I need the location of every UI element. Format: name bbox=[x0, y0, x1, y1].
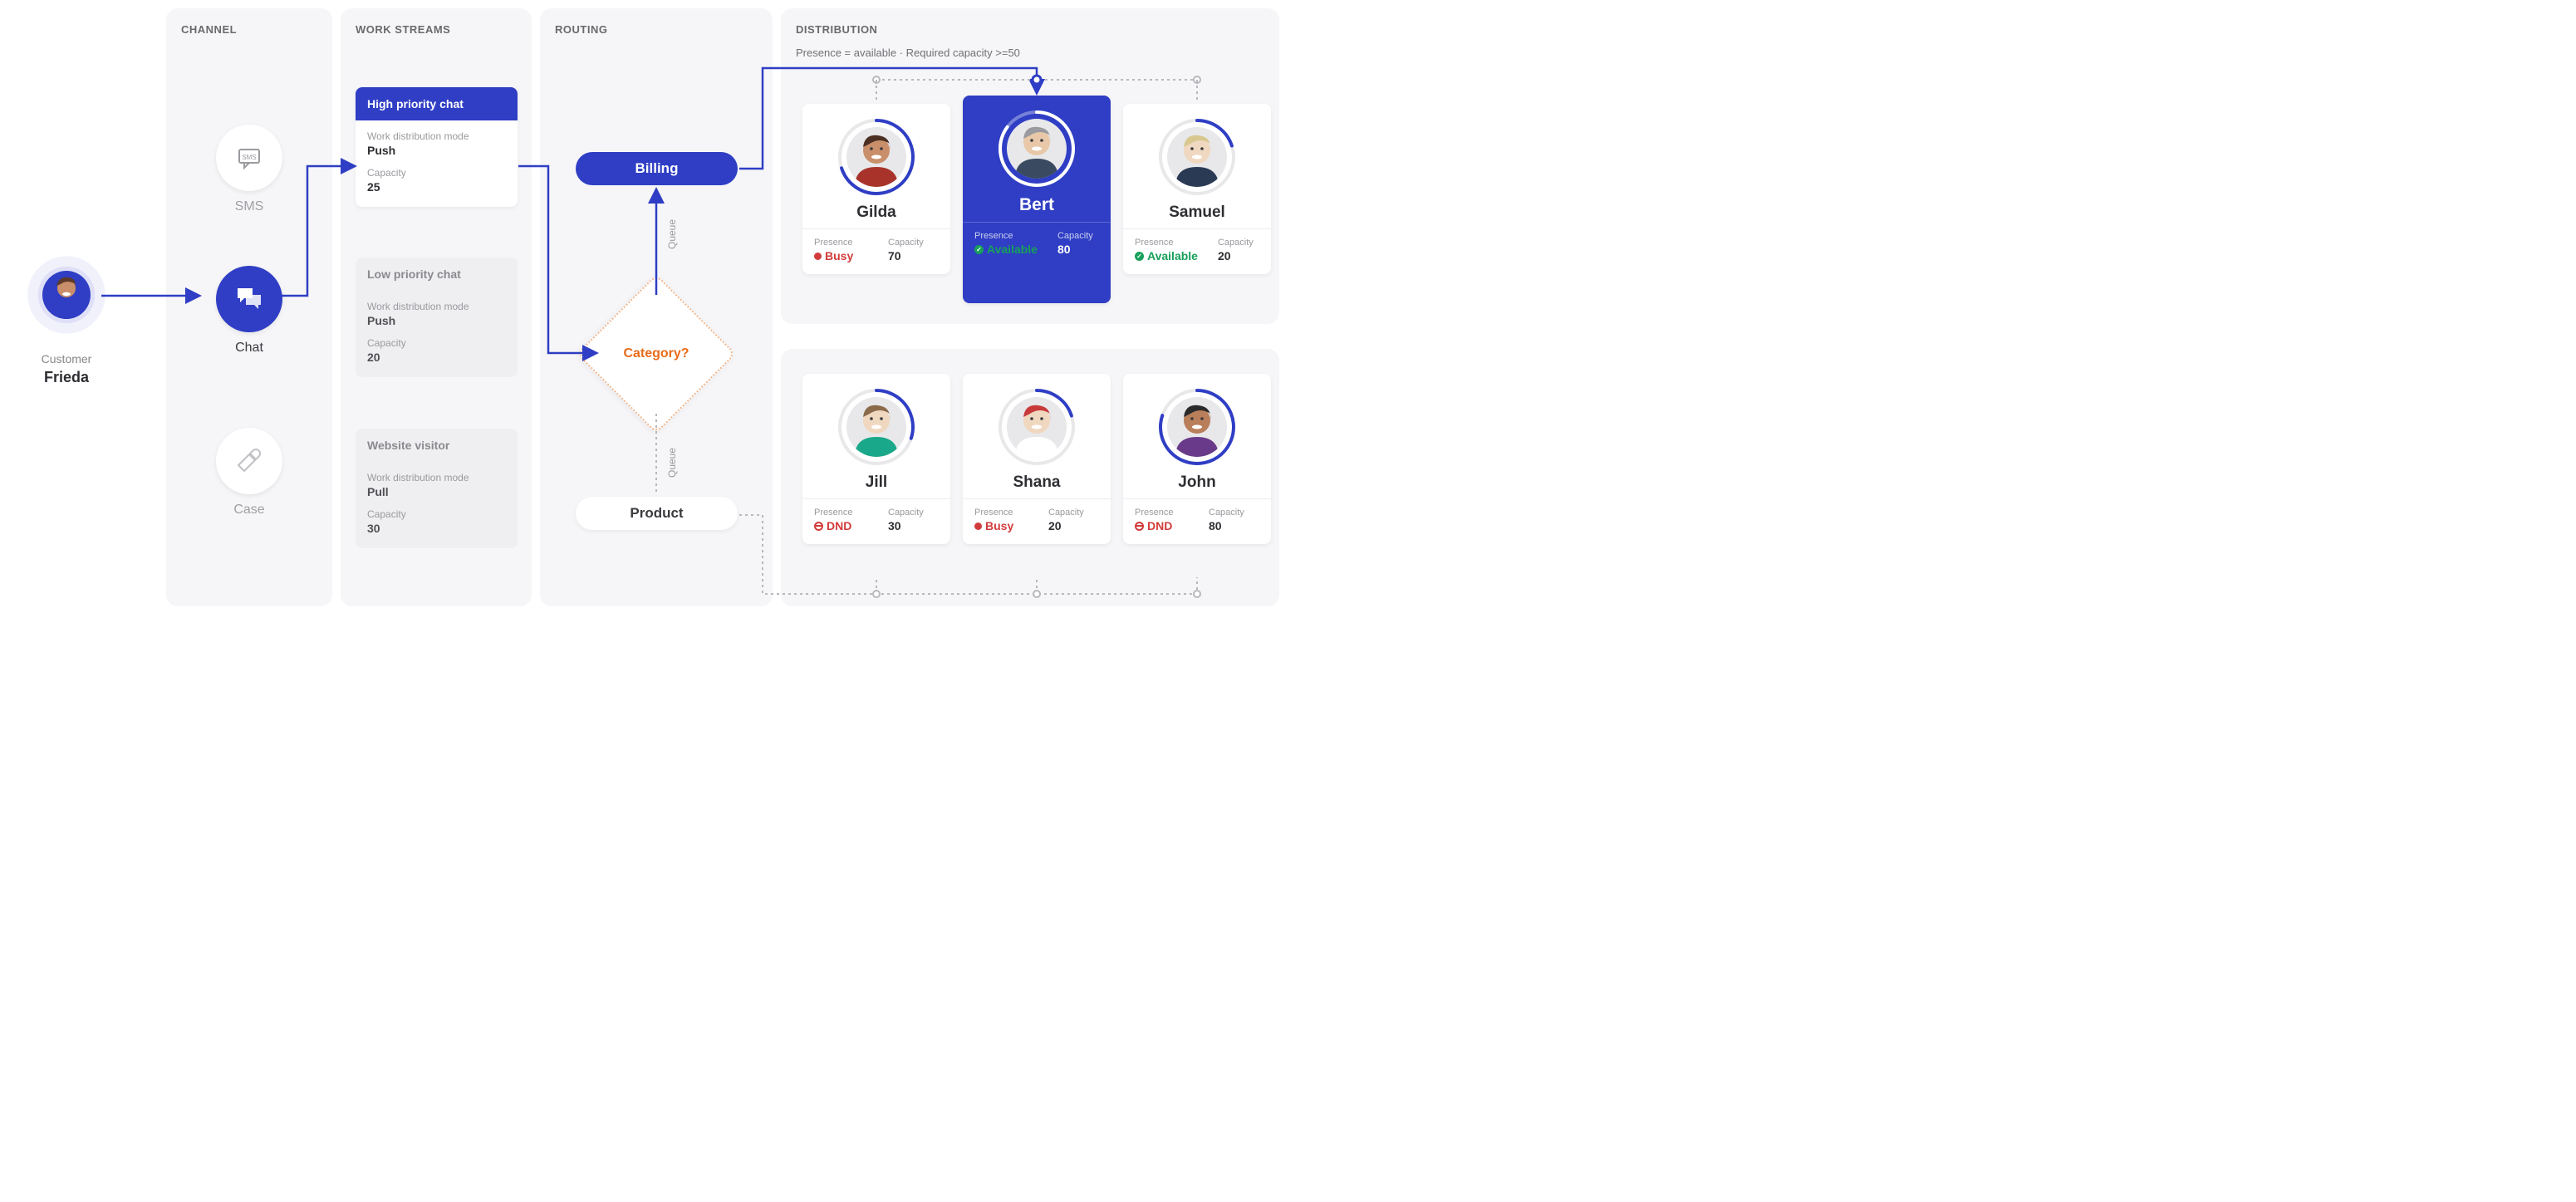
agent-avatar bbox=[1007, 397, 1067, 457]
ws-mode-value: Pull bbox=[367, 485, 506, 498]
ws-cap-label: Capacity bbox=[367, 508, 506, 520]
capacity-label: Capacity bbox=[1218, 238, 1263, 248]
agent-card-bert: Bert Presence ✓Available Capacity 80 bbox=[963, 96, 1111, 303]
agent-card-samuel: Samuel Presence ✓Available Capacity 20 bbox=[1123, 104, 1271, 274]
presence-value: Busy bbox=[974, 519, 1028, 532]
channel-case: Case bbox=[199, 428, 299, 518]
routing-pill-billing: Billing bbox=[576, 152, 738, 185]
sms-icon: SMS bbox=[216, 125, 282, 191]
ws-cap-value: 30 bbox=[367, 522, 506, 535]
agent-name: Gilda bbox=[802, 204, 950, 222]
agent-avatar bbox=[1007, 119, 1067, 179]
column-title-workstreams: WORK STREAMS bbox=[356, 23, 450, 36]
column-title-routing: ROUTING bbox=[555, 23, 607, 36]
distribution-rule-text: Presence = available · Required capacity… bbox=[796, 47, 1020, 59]
customer-label: Customer bbox=[8, 352, 125, 366]
ws-cap-label: Capacity bbox=[367, 167, 506, 179]
routing-decision-diamond: Category? bbox=[600, 297, 713, 410]
agent-avatar bbox=[1167, 397, 1227, 457]
ws-cap-value: 20 bbox=[367, 351, 506, 364]
person-icon bbox=[42, 271, 91, 319]
capacity-label: Capacity bbox=[1057, 231, 1102, 241]
agent-name: John bbox=[1123, 473, 1271, 492]
presence-value: DND bbox=[1135, 519, 1189, 532]
column-title-channel: CHANNEL bbox=[181, 23, 237, 36]
agent-card-gilda: Gilda Presence Busy Capacity 70 bbox=[802, 104, 950, 274]
routing-decision-label: Category? bbox=[600, 297, 713, 410]
workstream-card-low-priority: Low priority chat Work distribution mode… bbox=[356, 258, 518, 377]
capacity-value: 30 bbox=[888, 519, 942, 532]
capacity-value: 70 bbox=[888, 249, 942, 262]
presence-label: Presence bbox=[814, 238, 868, 248]
capacity-label: Capacity bbox=[888, 508, 942, 518]
agent-avatar-ring bbox=[1157, 117, 1237, 197]
agent-avatar-ring bbox=[997, 387, 1077, 467]
agent-avatar bbox=[846, 127, 906, 187]
presence-value: DND bbox=[814, 519, 868, 532]
ws-cap-value: 25 bbox=[367, 180, 506, 194]
presence-label: Presence bbox=[974, 231, 1038, 241]
agent-avatar bbox=[846, 397, 906, 457]
workstream-title: Website visitor bbox=[356, 429, 518, 462]
presence-label: Presence bbox=[1135, 508, 1189, 518]
agent-card-jill: Jill Presence DND Capacity 30 bbox=[802, 374, 950, 544]
agent-avatar bbox=[1167, 127, 1227, 187]
routing-pill-product: Product bbox=[576, 497, 738, 530]
workstream-title: High priority chat bbox=[356, 87, 518, 120]
agent-card-shana: Shana Presence Busy Capacity 20 bbox=[963, 374, 1111, 544]
capacity-label: Capacity bbox=[1048, 508, 1102, 518]
channel-sms: SMS SMS bbox=[199, 125, 299, 214]
agent-avatar-ring bbox=[837, 387, 916, 467]
agent-name: Samuel bbox=[1123, 204, 1271, 222]
presence-value: ✓Available bbox=[974, 243, 1038, 256]
presence-label: Presence bbox=[1135, 238, 1198, 248]
workstream-title: Low priority chat bbox=[356, 258, 518, 291]
queue-label-bottom: Queue bbox=[666, 448, 678, 478]
capacity-value: 20 bbox=[1218, 249, 1263, 262]
queue-label-top: Queue bbox=[666, 219, 678, 249]
agent-avatar-ring bbox=[1157, 387, 1237, 467]
ws-mode-label: Work distribution mode bbox=[367, 472, 506, 483]
workstream-card-website-visitor: Website visitor Work distribution mode P… bbox=[356, 429, 518, 548]
customer-avatar bbox=[42, 271, 91, 319]
case-icon bbox=[216, 428, 282, 494]
agent-name: Shana bbox=[963, 473, 1111, 492]
agent-name: Jill bbox=[802, 473, 950, 492]
svg-text:SMS: SMS bbox=[242, 154, 256, 161]
capacity-label: Capacity bbox=[1209, 508, 1263, 518]
column-title-distribution: DISTRIBUTION bbox=[796, 23, 877, 36]
channel-chat-label: Chat bbox=[199, 341, 299, 356]
agent-name: Bert bbox=[963, 195, 1111, 215]
channel-case-label: Case bbox=[199, 503, 299, 518]
channel-sms-label: SMS bbox=[199, 199, 299, 214]
capacity-value: 20 bbox=[1048, 519, 1102, 532]
customer-block: Customer Frieda bbox=[8, 249, 125, 386]
presence-label: Presence bbox=[814, 508, 868, 518]
ws-cap-label: Capacity bbox=[367, 337, 506, 349]
chat-icon bbox=[216, 266, 282, 332]
presence-label: Presence bbox=[974, 508, 1028, 518]
presence-value: ✓Available bbox=[1135, 249, 1198, 262]
agent-card-john: John Presence DND Capacity 80 bbox=[1123, 374, 1271, 544]
capacity-label: Capacity bbox=[888, 238, 942, 248]
customer-avatar-ring bbox=[21, 249, 112, 341]
capacity-value: 80 bbox=[1057, 243, 1102, 256]
capacity-value: 80 bbox=[1209, 519, 1263, 532]
agent-avatar-ring bbox=[837, 117, 916, 197]
ws-mode-value: Push bbox=[367, 144, 506, 157]
ws-mode-label: Work distribution mode bbox=[367, 130, 506, 142]
ws-mode-value: Push bbox=[367, 314, 506, 327]
channel-chat: Chat bbox=[199, 266, 299, 356]
workstream-card-high-priority: High priority chat Work distribution mod… bbox=[356, 87, 518, 207]
customer-name: Frieda bbox=[8, 369, 125, 386]
presence-value: Busy bbox=[814, 249, 868, 262]
agent-avatar-ring bbox=[997, 109, 1077, 189]
ws-mode-label: Work distribution mode bbox=[367, 301, 506, 312]
